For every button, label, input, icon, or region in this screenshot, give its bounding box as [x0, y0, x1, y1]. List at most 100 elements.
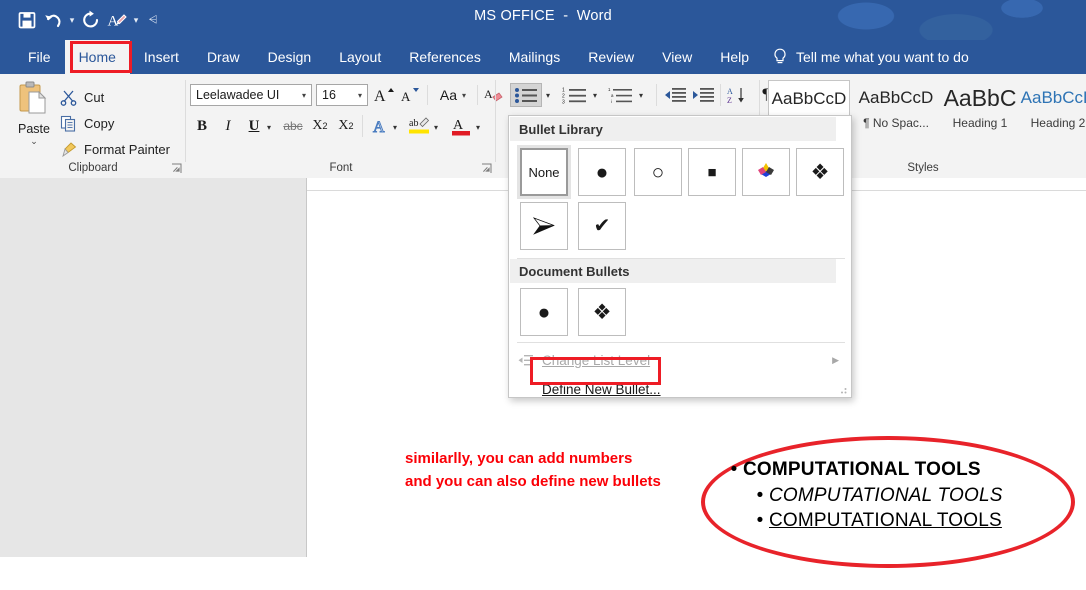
font-size-combobox[interactable]: 16 ▾: [316, 84, 368, 106]
bold-button[interactable]: B: [190, 114, 214, 138]
arrowhead-icon: [532, 217, 555, 235]
tab-help[interactable]: Help: [706, 40, 763, 74]
bullets-button[interactable]: [510, 83, 542, 107]
style-preview-heading-2: AaBbCcD: [1020, 88, 1086, 107]
list-bullet-icon: •: [756, 510, 764, 531]
font-dialog-launcher-icon[interactable]: [481, 163, 492, 174]
document-bullet-filled-circle[interactable]: ●: [520, 288, 568, 336]
multilevel-list-icon: 1 a i: [608, 87, 632, 104]
document-bullet-four-diamonds[interactable]: ❖: [578, 288, 626, 336]
font-color-button[interactable]: A: [448, 114, 474, 138]
superscript-label: X: [338, 118, 349, 133]
underline-button[interactable]: U: [242, 114, 266, 138]
superscript-button[interactable]: X2: [334, 114, 358, 138]
style-item-heading-1[interactable]: AaBbC Heading 1: [940, 80, 1020, 136]
svg-text:1: 1: [608, 87, 611, 92]
bullet-option-hollow-circle[interactable]: ○: [634, 148, 682, 196]
style-item-heading-2[interactable]: AaBbCcD Heading 2: [1018, 80, 1086, 136]
define-new-bullet-accel: Define New Bullet...: [542, 381, 661, 397]
svg-text:i: i: [611, 99, 612, 104]
bullet-option-four-diamonds-color[interactable]: [742, 148, 790, 196]
bullet-hollow-circle-glyph: ○: [651, 160, 665, 184]
svg-text:A: A: [453, 118, 464, 133]
format-painter-button[interactable]: Format Painter: [60, 138, 170, 160]
style-item-no-spacing[interactable]: AaBbCcD ¶ No Spac...: [856, 80, 936, 136]
resize-grip-icon[interactable]: [838, 385, 847, 394]
bullets-dropdown-caret[interactable]: ▾: [546, 91, 550, 100]
numbering-dropdown-caret[interactable]: ▾: [593, 91, 597, 100]
font-name-value: Leelawadee UI: [196, 88, 280, 102]
bullet-option-checkmark[interactable]: ✔: [578, 202, 626, 250]
paintbrush-icon: [62, 141, 77, 157]
tab-insert[interactable]: Insert: [130, 40, 193, 74]
font-name-caret-icon: ▾: [301, 90, 306, 100]
tab-draw[interactable]: Draw: [193, 40, 254, 74]
bullet-library-dropdown: Bullet Library None ● ○ ■ ❖ ✔ Document B…: [508, 115, 852, 398]
italic-button[interactable]: I: [216, 114, 240, 138]
tab-layout[interactable]: Layout: [325, 40, 395, 74]
tab-home[interactable]: Home: [64, 40, 130, 74]
underline-dropdown-caret[interactable]: ▾: [267, 123, 271, 132]
tab-references[interactable]: References: [395, 40, 495, 74]
cut-label: Cut: [84, 89, 105, 105]
bullet-option-filled-square[interactable]: ■: [688, 148, 736, 196]
svg-text:Z: Z: [727, 96, 732, 104]
change-case-label: Aa: [439, 87, 458, 103]
word-application-window: ▾ A ▾ ⩤ MS OFFICE - Word File Home Inser…: [0, 0, 1086, 590]
shrink-font-button[interactable]: A: [398, 84, 422, 106]
change-list-level-menu-item[interactable]: Change List Level ▶: [510, 346, 851, 374]
tab-review[interactable]: Review: [574, 40, 648, 74]
annotation-line-2: and you can also define new bullets: [405, 473, 661, 490]
bullet-option-arrowhead[interactable]: [520, 202, 568, 250]
tab-mailings[interactable]: Mailings: [495, 40, 574, 74]
list-bullet-icon: •: [756, 485, 764, 506]
strikethrough-button[interactable]: abc: [280, 114, 306, 138]
subscript-button[interactable]: X2: [308, 114, 332, 138]
text-effects-dropdown-caret[interactable]: ▾: [393, 123, 397, 132]
paste-label: Paste: [18, 122, 50, 136]
font-separator-2: [477, 85, 478, 105]
define-new-bullet-menu-item[interactable]: Define New Bullet...: [510, 375, 851, 403]
list-item: • COMPUTATIONAL TOOLS: [751, 510, 1065, 532]
text-highlight-button[interactable]: ab: [406, 114, 432, 138]
numbering-icon: 1 2 3: [562, 87, 586, 104]
copy-label: Copy: [84, 115, 115, 131]
tab-file[interactable]: File: [14, 40, 65, 74]
title-bar: ▾ A ▾ ⩤ MS OFFICE - Word: [0, 0, 1086, 40]
tab-design[interactable]: Design: [254, 40, 326, 74]
bullet-four-diamonds-glyph: ❖: [810, 160, 830, 184]
bullet-option-none[interactable]: None: [520, 148, 568, 196]
copy-button[interactable]: Copy: [60, 112, 114, 134]
font-color-dropdown-caret[interactable]: ▾: [476, 123, 480, 132]
format-painter-label: Format Painter: [84, 141, 170, 157]
decrease-indent-button[interactable]: [662, 83, 688, 107]
paste-dropdown-caret[interactable]: ⌄: [30, 137, 38, 146]
svg-text:A: A: [727, 87, 733, 96]
font-size-caret-icon: ▾: [357, 90, 362, 100]
bullet-option-four-diamonds[interactable]: ❖: [796, 148, 844, 196]
highlighter-icon: ab: [409, 117, 430, 134]
font-name-combobox[interactable]: Leelawadee UI ▾: [190, 84, 312, 106]
multilevel-list-button[interactable]: 1 a i: [606, 83, 636, 107]
text-effects-button[interactable]: A: [368, 114, 392, 138]
change-case-button[interactable]: Aa ▾: [434, 84, 472, 106]
red-annotation-text: similarlly, you can add numbers and you …: [405, 447, 661, 493]
paste-icon: [19, 81, 47, 114]
clipboard-dialog-launcher-icon[interactable]: [171, 163, 182, 174]
list-bullet-icon: •: [730, 459, 738, 480]
tab-view[interactable]: View: [648, 40, 706, 74]
grow-font-button[interactable]: A: [372, 84, 396, 106]
paste-button[interactable]: Paste ⌄: [10, 80, 58, 146]
text-highlight-dropdown-caret[interactable]: ▾: [434, 123, 438, 132]
increase-indent-button[interactable]: [690, 83, 716, 107]
tell-me-search[interactable]: Tell me what you want to do: [772, 40, 969, 74]
bullet-option-filled-circle[interactable]: ●: [578, 148, 626, 196]
ribbon-group-font: Leelawadee UI ▾ 16 ▾ A A Aa ▾ A B I U ▾ …: [186, 74, 503, 178]
list-item: • COMPUTATIONAL TOOLS: [751, 485, 1065, 507]
increase-indent-icon: [693, 87, 714, 102]
multilevel-list-dropdown-caret[interactable]: ▾: [639, 91, 643, 100]
numbering-button[interactable]: 1 2 3: [560, 83, 590, 107]
document-bullets-header: Document Bullets: [510, 259, 836, 283]
sort-button[interactable]: A Z: [724, 83, 750, 107]
cut-button[interactable]: Cut: [60, 86, 104, 108]
